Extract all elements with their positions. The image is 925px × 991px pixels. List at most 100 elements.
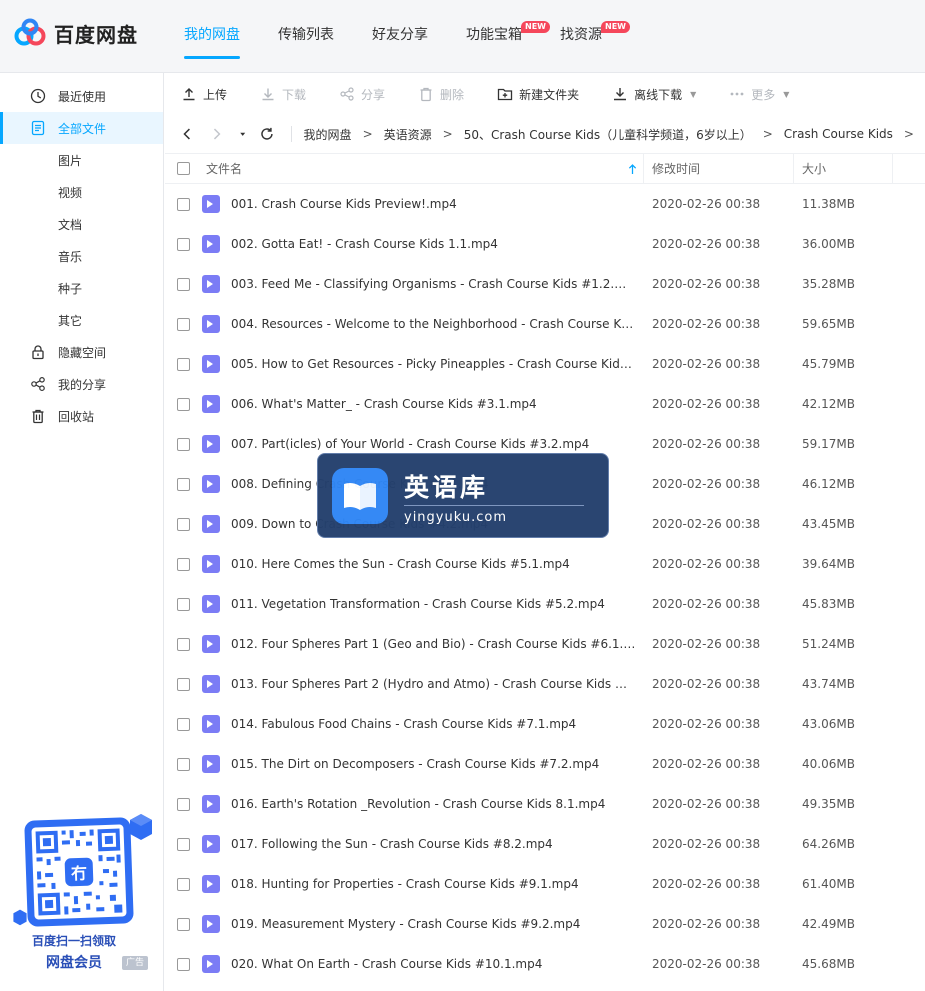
share-button[interactable]: 分享: [339, 86, 385, 103]
sidebar-item-hidden-space[interactable]: 隐藏空间: [0, 336, 163, 368]
sidebar-item-recycle-bin[interactable]: 回收站: [0, 400, 163, 432]
file-name[interactable]: 010. Here Comes the Sun - Crash Course K…: [231, 544, 636, 584]
file-name[interactable]: 015. The Dirt on Decomposers - Crash Cou…: [231, 744, 636, 784]
table-row[interactable]: 001. Crash Course Kids Preview!.mp4 2020-…: [165, 184, 925, 224]
file-name[interactable]: 012. Four Spheres Part 1 (Geo and Bio) -…: [231, 624, 636, 664]
sidebar-item-all-files[interactable]: 全部文件: [0, 112, 163, 144]
table-row[interactable]: 003. Feed Me - Classifying Organisms - C…: [165, 264, 925, 304]
nav-toolbox[interactable]: 功能宝箱 NEW: [466, 0, 550, 73]
row-checkbox[interactable]: [177, 678, 190, 691]
row-checkbox[interactable]: [177, 438, 190, 451]
table-row[interactable]: 010. Here Comes the Sun - Crash Course K…: [165, 544, 925, 584]
breadcrumb-current-folder[interactable]: Crash Course Kids: [784, 127, 893, 141]
forward-icon[interactable]: [209, 126, 225, 142]
table-row[interactable]: 019. Measurement Mystery - Crash Course …: [165, 904, 925, 944]
breadcrumb-english-resources[interactable]: 英语资源: [384, 126, 432, 143]
file-name[interactable]: 013. Four Spheres Part 2 (Hydro and Atmo…: [231, 664, 636, 704]
row-checkbox[interactable]: [177, 918, 190, 931]
history-dropdown-icon[interactable]: [239, 126, 249, 142]
row-checkbox[interactable]: [177, 838, 190, 851]
col-header-time[interactable]: 修改时间: [652, 154, 700, 184]
col-header-size[interactable]: 大小: [802, 154, 826, 184]
upload-button[interactable]: 上传: [181, 86, 227, 103]
row-checkbox[interactable]: [177, 278, 190, 291]
row-checkbox[interactable]: [177, 638, 190, 651]
sidebar-item-other[interactable]: 其它: [0, 304, 163, 336]
col-header-name[interactable]: 文件名: [206, 154, 242, 184]
sort-ascending-icon[interactable]: [628, 164, 637, 175]
file-name[interactable]: 006. What's Matter_ - Crash Course Kids …: [231, 384, 636, 424]
path-bar: 我的网盘 > 英语资源 > 50、Crash Course Kids（儿童科学频…: [165, 115, 925, 153]
table-row[interactable]: 002. Gotta Eat! - Crash Course Kids 1.1.…: [165, 224, 925, 264]
table-row[interactable]: 020. What On Earth - Crash Course Kids #…: [165, 944, 925, 984]
file-name[interactable]: 002. Gotta Eat! - Crash Course Kids 1.1.…: [231, 224, 636, 264]
row-checkbox[interactable]: [177, 398, 190, 411]
download-button[interactable]: 下载: [260, 86, 306, 103]
table-row[interactable]: 004. Resources - Welcome to the Neighbor…: [165, 304, 925, 344]
table-row[interactable]: 017. Following the Sun - Crash Course Ki…: [165, 824, 925, 864]
table-row[interactable]: 014. Fabulous Food Chains - Crash Course…: [165, 704, 925, 744]
table-row[interactable]: 016. Earth's Rotation _Revolution - Cras…: [165, 784, 925, 824]
app-logo[interactable]: 百度网盘: [14, 18, 138, 48]
row-checkbox[interactable]: [177, 198, 190, 211]
vip-promo-banner[interactable]: 冇 百度扫一扫领取 网盘会员 广告: [12, 813, 162, 978]
sidebar-item-recent[interactable]: 最近使用: [0, 80, 163, 112]
sidebar-item-images[interactable]: 图片: [0, 144, 163, 176]
row-checkbox[interactable]: [177, 798, 190, 811]
file-name[interactable]: 016. Earth's Rotation _Revolution - Cras…: [231, 784, 636, 824]
row-checkbox[interactable]: [177, 878, 190, 891]
file-name[interactable]: 017. Following the Sun - Crash Course Ki…: [231, 824, 636, 864]
nav-my-drive[interactable]: 我的网盘: [184, 0, 240, 73]
row-checkbox[interactable]: [177, 598, 190, 611]
sidebar-item-torrents[interactable]: 种子: [0, 272, 163, 304]
row-checkbox[interactable]: [177, 478, 190, 491]
file-size: 59.17MB: [802, 437, 855, 451]
row-checkbox[interactable]: [177, 958, 190, 971]
table-row[interactable]: 006. What's Matter_ - Crash Course Kids …: [165, 384, 925, 424]
row-checkbox[interactable]: [177, 358, 190, 371]
more-button[interactable]: 更多 ▼: [729, 86, 789, 103]
row-checkbox[interactable]: [177, 718, 190, 731]
row-checkbox[interactable]: [177, 518, 190, 531]
row-checkbox[interactable]: [177, 758, 190, 771]
file-name[interactable]: 001. Crash Course Kids Preview!.mp4: [231, 184, 636, 224]
new-folder-button[interactable]: 新建文件夹: [497, 86, 579, 103]
table-row[interactable]: 012. Four Spheres Part 1 (Geo and Bio) -…: [165, 624, 925, 664]
refresh-icon[interactable]: [259, 126, 275, 142]
file-name[interactable]: 019. Measurement Mystery - Crash Course …: [231, 904, 636, 944]
file-name[interactable]: 005. How to Get Resources - Picky Pineap…: [231, 344, 636, 384]
table-row[interactable]: 005. How to Get Resources - Picky Pineap…: [165, 344, 925, 384]
file-name[interactable]: 003. Feed Me - Classifying Organisms - C…: [231, 264, 636, 304]
nav-find-resources[interactable]: 找资源 NEW: [560, 0, 630, 73]
breadcrumb-crash-course-folder[interactable]: 50、Crash Course Kids（儿童科学频道，6岁以上）: [464, 126, 752, 143]
nav-friend-share[interactable]: 好友分享: [372, 0, 428, 73]
nav-transfer-list[interactable]: 传输列表: [278, 0, 334, 73]
offline-download-button[interactable]: 离线下载 ▼: [612, 86, 696, 103]
table-row[interactable]: 013. Four Spheres Part 2 (Hydro and Atmo…: [165, 664, 925, 704]
breadcrumb-my-drive[interactable]: 我的网盘: [304, 126, 352, 143]
file-name[interactable]: 020. What On Earth - Crash Course Kids #…: [231, 944, 636, 984]
table-row[interactable]: 015. The Dirt on Decomposers - Crash Cou…: [165, 744, 925, 784]
row-checkbox[interactable]: [177, 238, 190, 251]
file-name[interactable]: 018. Hunting for Properties - Crash Cour…: [231, 864, 636, 904]
sidebar-item-music[interactable]: 音乐: [0, 240, 163, 272]
delete-button[interactable]: 删除: [418, 86, 464, 103]
sidebar-item-label: 音乐: [58, 249, 83, 264]
table-row[interactable]: 011. Vegetation Transformation - Crash C…: [165, 584, 925, 624]
column-divider: [892, 154, 893, 184]
file-name[interactable]: 004. Resources - Welcome to the Neighbor…: [231, 304, 636, 344]
nav-label: 找资源: [560, 27, 602, 43]
row-checkbox[interactable]: [177, 558, 190, 571]
sidebar-item-my-shares[interactable]: 我的分享: [0, 368, 163, 400]
row-checkbox[interactable]: [177, 318, 190, 331]
file-name[interactable]: 014. Fabulous Food Chains - Crash Course…: [231, 704, 636, 744]
offline-download-label: 离线下载: [634, 87, 683, 102]
file-name[interactable]: 011. Vegetation Transformation - Crash C…: [231, 584, 636, 624]
back-icon[interactable]: [179, 126, 195, 142]
sidebar-item-label: 视频: [58, 185, 83, 200]
sidebar-item-videos[interactable]: 视频: [0, 176, 163, 208]
select-all-checkbox[interactable]: [177, 162, 190, 175]
table-row[interactable]: 018. Hunting for Properties - Crash Cour…: [165, 864, 925, 904]
file-modified-time: 2020-02-26 00:38: [652, 637, 761, 651]
sidebar-item-documents[interactable]: 文档: [0, 208, 163, 240]
